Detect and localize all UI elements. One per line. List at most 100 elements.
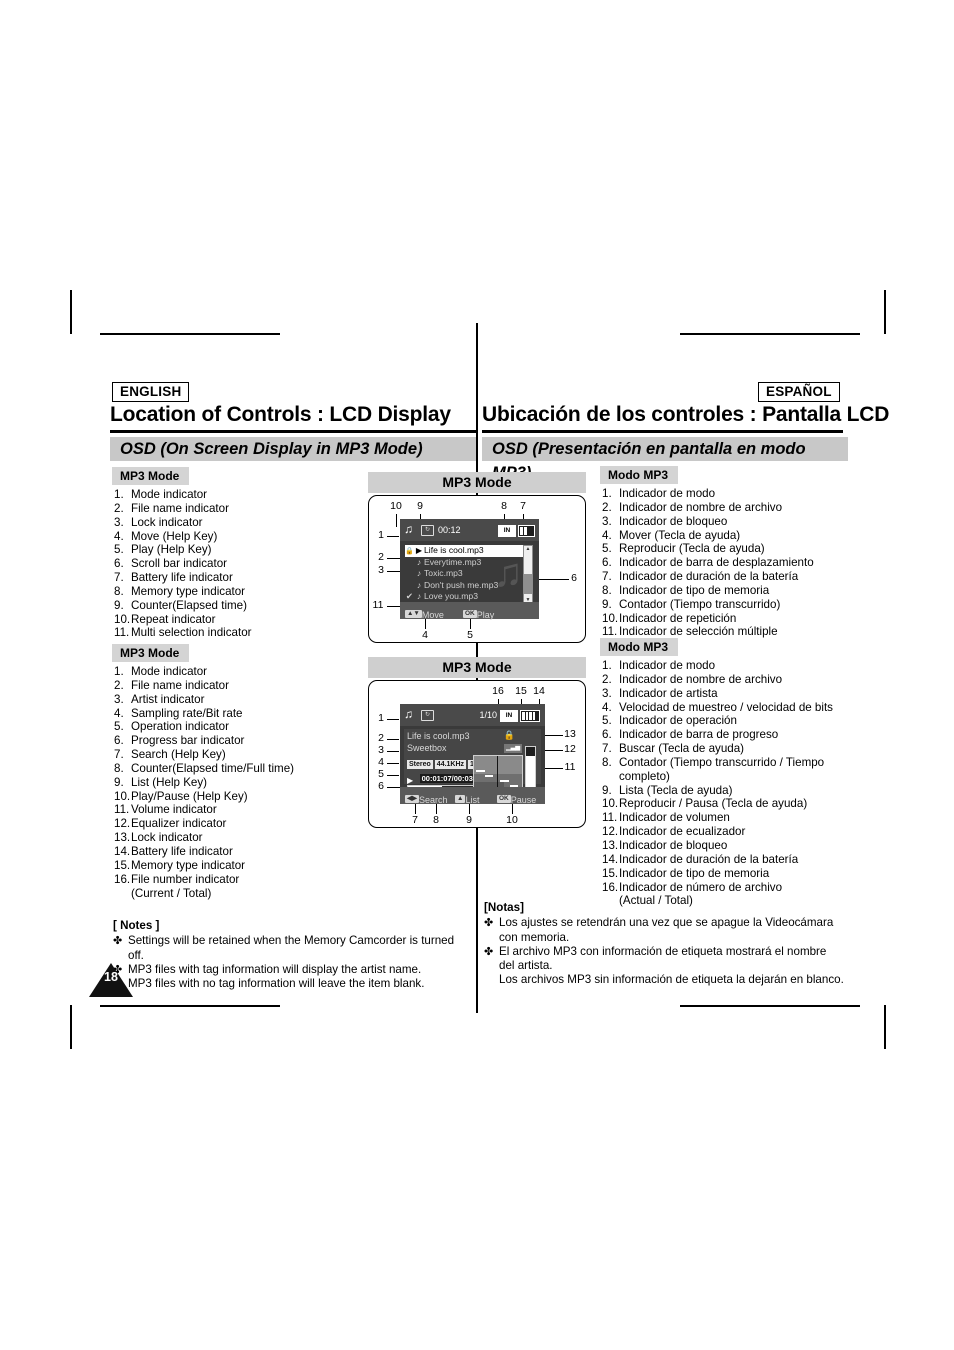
move-keycap-icon: ▲▼: [405, 609, 422, 618]
list-item: 14. Indicador de duración de la batería: [602, 853, 854, 867]
battery-icon: [518, 525, 535, 537]
list-item: 16. File number indicator: [114, 873, 369, 887]
ok-keycap-icon: OK: [463, 609, 477, 618]
callout-11: 11: [372, 599, 384, 611]
list-english-block2: 1. Mode indicator 2. File name indicator 3…: [114, 665, 369, 900]
callout-11: 11: [564, 761, 576, 773]
list-item-label: File name indicator: [131, 678, 229, 692]
figure-mp3-player-screen: MP3 Mode 16 15 14 1 2 3 4 5 6 13 12 11 7…: [368, 657, 586, 828]
list-item: 9. Contador (Tiempo transcurrido): [602, 598, 852, 612]
lcd-screen-player: ♫ ↻ 1/10 IN Life is cool.mp3 Sweetbox St…: [400, 704, 545, 805]
list-item-label: Sampling rate/Bit rate: [131, 706, 243, 720]
note-text: Los ajustes se retendrán una vez que se …: [499, 916, 834, 944]
list-item: 1. Indicador de modo: [602, 659, 854, 673]
list-item: 6. Indicador de barra de desplazamiento: [602, 556, 852, 570]
list-item-number: 8.: [602, 583, 612, 597]
list-item: 10. Play/Pause (Help Key): [114, 790, 369, 804]
file-list-item[interactable]: ♪ Everytime.mp3: [405, 557, 523, 569]
list-item-number: 13.: [602, 838, 619, 852]
list-item-label: Indicador de duración de la batería: [619, 852, 799, 866]
crop-mark-bl-v: [70, 1005, 72, 1049]
leader-line: [387, 787, 400, 788]
list-item-label: Indicador de tipo de memoria: [619, 866, 770, 880]
help-key-play[interactable]: OK Play: [463, 605, 494, 623]
callout-13: 13: [564, 728, 576, 740]
list-item: 16. Indicador de número de archivo: [602, 881, 854, 895]
list-item: 6. Indicador de barra de progreso: [602, 728, 854, 742]
file-list-item[interactable]: ✔ ♪ Love you.mp3: [405, 591, 523, 603]
help-key-list[interactable]: ▲ List: [455, 790, 479, 808]
list-item: 5. Indicador de operación: [602, 714, 854, 728]
list-item-label: Move (Help Key): [131, 529, 218, 543]
list-item-label: Multi selection indicator: [131, 626, 252, 640]
figure-title: MP3 Mode: [368, 472, 586, 493]
list-item-number: 2.: [602, 672, 612, 686]
list-item-label: Contador (Tiempo transcurrido / Tiempo: [619, 755, 825, 769]
list-item-label: Indicador de duración de la batería: [619, 570, 799, 584]
scroll-up-arrow-icon[interactable]: ▲: [524, 546, 532, 553]
clover-bullet-icon: ✤: [484, 945, 494, 958]
crop-mark-tr-h: [680, 333, 860, 335]
lock-icon: 🔒: [503, 730, 515, 740]
callout-10: 10: [506, 814, 518, 826]
search-keycap-icon: ◀▶: [405, 794, 419, 803]
list-item-number: 7.: [602, 742, 612, 756]
figure-title: MP3 Mode: [368, 657, 586, 678]
callout-14: 14: [533, 685, 545, 697]
list-item: 7. Search (Help Key): [114, 748, 369, 762]
page-title-english: Location of Controls : LCD Display: [110, 403, 451, 426]
note-item: ✤ El archivo MP3 con información de etiqu…: [484, 945, 844, 974]
player-info-panel: Life is cool.mp3 Sweetbox Stereo44.1KHz1…: [404, 729, 541, 796]
list-item-label: Mode indicator: [131, 665, 208, 678]
list-item-label: Lista (Tecla de ayuda): [619, 783, 733, 797]
callout-2: 2: [378, 551, 384, 563]
list-item-label: Indicador de tipo de memoria: [619, 583, 770, 597]
list-item-number: 1.: [602, 659, 612, 672]
scroll-thumb[interactable]: [524, 574, 532, 594]
list-item: 3. Indicador de bloqueo: [602, 515, 852, 529]
help-key-pause[interactable]: OK Pause: [497, 790, 536, 808]
list-item: 9. Counter(Elapsed time): [114, 599, 364, 613]
lcd-screen-list: ♫ ↻ 00:12 IN ♫ 🔒 ▶ Life is cool.mp3 ♪ Every: [400, 519, 539, 620]
list-item-label: Indicador de barra de progreso: [619, 728, 779, 742]
list-item: 9. List (Help Key): [114, 776, 369, 790]
list-item: 10. Repeat indicator: [114, 613, 364, 627]
help-key-search[interactable]: ◀▶ Search: [405, 790, 448, 808]
list-english-block1: 1. Mode indicator 2. File name indicator 3…: [114, 488, 364, 640]
leader-line: [387, 739, 399, 740]
file-list-item[interactable]: 🔒 ▶ Life is cool.mp3: [405, 545, 523, 557]
page-number-badge: 18: [89, 963, 133, 997]
list-item-number: 16.: [602, 880, 619, 894]
file-list-item[interactable]: ♪ Don't push me.mp3: [405, 580, 523, 592]
manual-page: ENGLISH Location of Controls : LCD Displ…: [0, 0, 954, 1350]
lcd-status-bar: ♫ ↻ 00:12 IN: [400, 519, 539, 541]
callout-4: 4: [422, 629, 428, 641]
list-item-number: 11.: [114, 626, 130, 640]
lcd-help-bar: ◀▶ Search ▲ List OK Pause: [400, 787, 545, 805]
figure-frame: 16 15 14 1 2 3 4 5 6 13 12 11 7 8 9 10 ♫…: [368, 680, 586, 828]
language-badge-spanish: ESPAÑOL: [758, 382, 840, 402]
help-key-move[interactable]: ▲▼ Move: [405, 605, 444, 623]
list-item: 13. Indicador de bloqueo: [602, 839, 854, 853]
operation-play-icon: ▶: [407, 776, 414, 785]
list-item-label: File name indicator: [131, 501, 229, 515]
battery-icon: [520, 710, 540, 722]
language-badge-english: ENGLISH: [112, 382, 190, 402]
scroll-bar-indicator[interactable]: ▲ ▼: [523, 545, 533, 605]
list-item-label: Indicador de modo: [619, 659, 716, 672]
list-item: 1. Mode indicator: [114, 488, 364, 502]
list-item-number: 9.: [114, 775, 124, 789]
list-item-label: Reproducir / Pausa (Tecla de ayuda): [619, 797, 808, 811]
list-item: 3. Artist indicator: [114, 693, 369, 707]
subhead-english-block2: MP3 Mode: [112, 644, 190, 662]
list-item-label: Counter(Elapsed time/Full time): [131, 761, 295, 775]
leader-line: [387, 763, 399, 764]
list-item-label: Indicador de volumen: [619, 811, 730, 825]
list-item: 4. Move (Help Key): [114, 530, 364, 544]
list-item-number: 4.: [602, 700, 612, 714]
list-item: 2. Indicador de nombre de archivo: [602, 501, 852, 515]
note-trailing-text: MP3 files with no tag information will l…: [128, 977, 425, 991]
list-item-number: 13.: [114, 831, 131, 845]
list-item-number: 11.: [114, 803, 130, 817]
file-list-item[interactable]: ♪ Toxic.mp3: [405, 568, 523, 580]
